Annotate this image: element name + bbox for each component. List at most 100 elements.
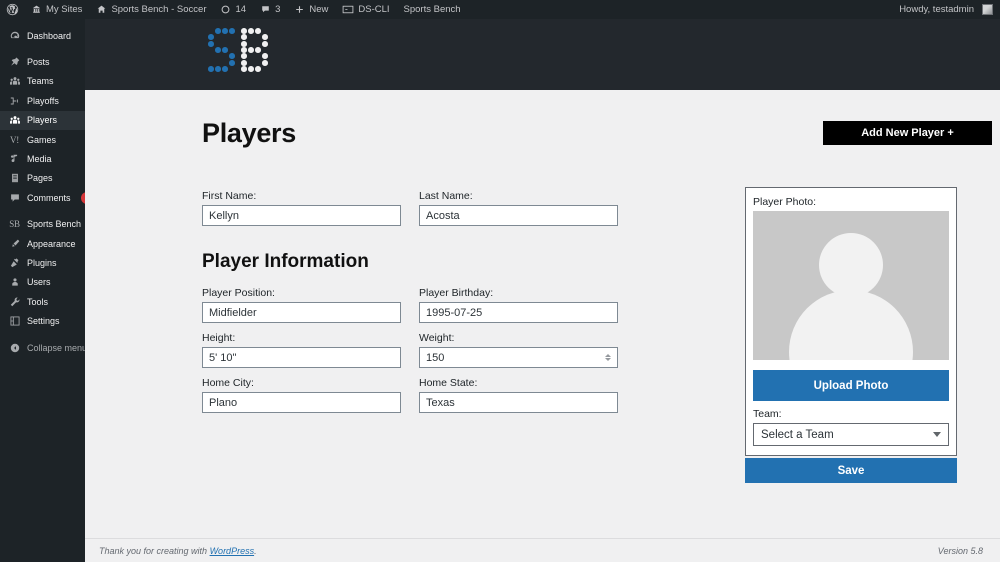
tools-wrench-icon [8, 295, 21, 308]
admin-bar-my-sites-label: My Sites [46, 4, 83, 15]
position-birthday-row: Player Position: Midfielder Player Birth… [202, 287, 632, 332]
height-input[interactable]: 5' 10" [202, 347, 401, 368]
teams-group-icon [8, 75, 21, 88]
player-photo-label: Player Photo: [753, 196, 817, 208]
save-button[interactable]: Save [745, 458, 957, 483]
admin-bar-new-content[interactable]: New [287, 0, 335, 19]
home-state-field-group: Home State: Texas [419, 377, 618, 413]
my-sites-icon [31, 4, 42, 15]
comments-icon [260, 4, 271, 15]
plus-icon [294, 4, 305, 15]
last-name-label: Last Name: [419, 190, 473, 202]
plugin-header-bar [85, 19, 1000, 90]
player-position-input[interactable]: Midfielder [202, 302, 401, 323]
admin-bar-updates[interactable]: 14 [213, 0, 253, 19]
player-birthday-input[interactable]: 1995-07-25 [419, 302, 618, 323]
sidebar-item-dashboard[interactable]: Dashboard [0, 26, 85, 45]
weight-field-group: Weight: 150 [419, 332, 618, 368]
admin-bar-sports-bench[interactable]: Sports Bench [397, 0, 468, 19]
sidebar-item-plugins[interactable]: Plugins [0, 253, 85, 272]
sidebar-item-tools[interactable]: Tools [0, 292, 85, 311]
player-position-field-group: Player Position: Midfielder [202, 287, 401, 323]
city-state-row: Home City: Plano Home State: Texas [202, 377, 632, 422]
home-city-label: Home City: [202, 377, 254, 389]
sidebar-item-settings[interactable]: Settings [0, 311, 85, 330]
sidebar-item-games[interactable]: V! Games [0, 130, 85, 149]
sidebar-item-appearance[interactable]: Appearance [0, 234, 85, 253]
last-name-field-group: Last Name: Acosta [419, 190, 618, 226]
admin-footer: Thank you for creating with WordPress. V… [85, 538, 1000, 562]
sidebar-item-collapse-menu[interactable]: Collapse menu [0, 338, 87, 357]
sidebar-item-label: Players [27, 115, 58, 126]
sidebar-item-label: Users [27, 277, 51, 288]
sidebar-item-label: Games [27, 134, 57, 145]
player-information-heading: Player Information [202, 251, 369, 272]
first-name-input[interactable]: Kellyn [202, 205, 401, 226]
home-state-input[interactable]: Texas [419, 392, 618, 413]
admin-bar-greeting: Howdy, testadmin [899, 4, 974, 15]
games-vs-icon: V! [10, 134, 19, 145]
admin-bar-sports-bench-label: Sports Bench [403, 4, 461, 15]
sidebar-item-label: Sports Bench [27, 219, 82, 230]
player-position-label: Player Position: [202, 287, 275, 299]
sidebar-item-comments[interactable]: Comments 3 [0, 188, 94, 207]
last-name-input[interactable]: Acosta [419, 205, 618, 226]
ds-cli-icon [342, 4, 354, 15]
sports-bench-icon: SB [9, 219, 20, 230]
admin-bar-comments[interactable]: 3 [253, 0, 287, 19]
plugins-plug-icon [8, 256, 21, 269]
team-select-value: Select a Team [761, 428, 834, 441]
sidebar-item-label: Comments [27, 192, 71, 203]
sidebar-item-media[interactable]: Media [0, 149, 85, 168]
sidebar-item-users[interactable]: Users [0, 273, 85, 292]
posts-pin-icon [8, 56, 21, 69]
footer-thanks-suffix: . [254, 545, 257, 556]
main-content-area: Players Add New Player + First Name: Kel… [85, 90, 1000, 562]
player-birthday-field-group: Player Birthday: 1995-07-25 [419, 287, 618, 323]
sidebar-item-pages[interactable]: Pages [0, 169, 85, 188]
admin-bar-new-label: New [309, 4, 329, 15]
sidebar-item-sports-bench[interactable]: SB Sports Bench [0, 215, 85, 234]
height-field-group: Height: 5' 10" [202, 332, 401, 368]
admin-bar-site-name[interactable]: Sports Bench - Soccer [89, 0, 213, 19]
sidebar-item-players[interactable]: Players [0, 110, 85, 130]
weight-label: Weight: [419, 332, 455, 344]
sidebar-item-label: Plugins [27, 257, 57, 268]
admin-bar-ds-cli[interactable]: DS-CLI [335, 0, 396, 19]
footer-version: Version 5.8 [937, 545, 983, 556]
weight-input[interactable]: 150 [419, 347, 618, 368]
admin-bar-my-sites[interactable]: My Sites [24, 0, 89, 19]
sidebar-item-teams[interactable]: Teams [0, 72, 85, 91]
pages-icon [8, 172, 21, 185]
dashboard-icon [8, 29, 21, 42]
page-title: Players [202, 117, 296, 148]
content-inner: Players Add New Player + First Name: Kel… [202, 90, 992, 483]
weight-input-value: 150 [426, 351, 445, 364]
player-form-left-column: First Name: Kellyn Last Name: Acosta Pla… [202, 190, 632, 422]
sidebar-item-label: Tools [27, 296, 49, 307]
admin-bar-comments-count: 3 [275, 4, 281, 15]
avatar [982, 4, 993, 15]
sidebar-item-label: Media [27, 154, 52, 165]
first-name-label: First Name: [202, 190, 257, 202]
add-new-player-button[interactable]: Add New Player + [823, 121, 992, 145]
sidebar-item-label: Teams [27, 76, 54, 87]
player-photo-placeholder [753, 211, 949, 360]
upload-photo-button[interactable]: Upload Photo [753, 370, 949, 401]
admin-bar-wordpress-logo[interactable] [0, 0, 24, 19]
footer-thanks: Thank you for creating with WordPress. [99, 546, 257, 556]
sidebar-item-posts[interactable]: Posts [0, 52, 85, 71]
number-stepper-icon[interactable] [605, 354, 611, 361]
sidebar-item-label: Playoffs [27, 95, 59, 106]
sidebar-item-playoffs[interactable]: Playoffs [0, 91, 85, 110]
admin-bar-my-account[interactable]: Howdy, testadmin [892, 0, 1000, 19]
site-icon [96, 4, 107, 15]
wordpress-link[interactable]: WordPress [210, 546, 255, 556]
playoffs-bracket-icon [8, 94, 21, 107]
team-select[interactable]: Select a Team [753, 423, 949, 446]
users-icon [8, 276, 21, 289]
team-label: Team: [753, 408, 782, 420]
sidebar-item-label: Posts [27, 57, 50, 68]
page-header: Players Add New Player + [202, 116, 992, 150]
home-city-input[interactable]: Plano [202, 392, 401, 413]
